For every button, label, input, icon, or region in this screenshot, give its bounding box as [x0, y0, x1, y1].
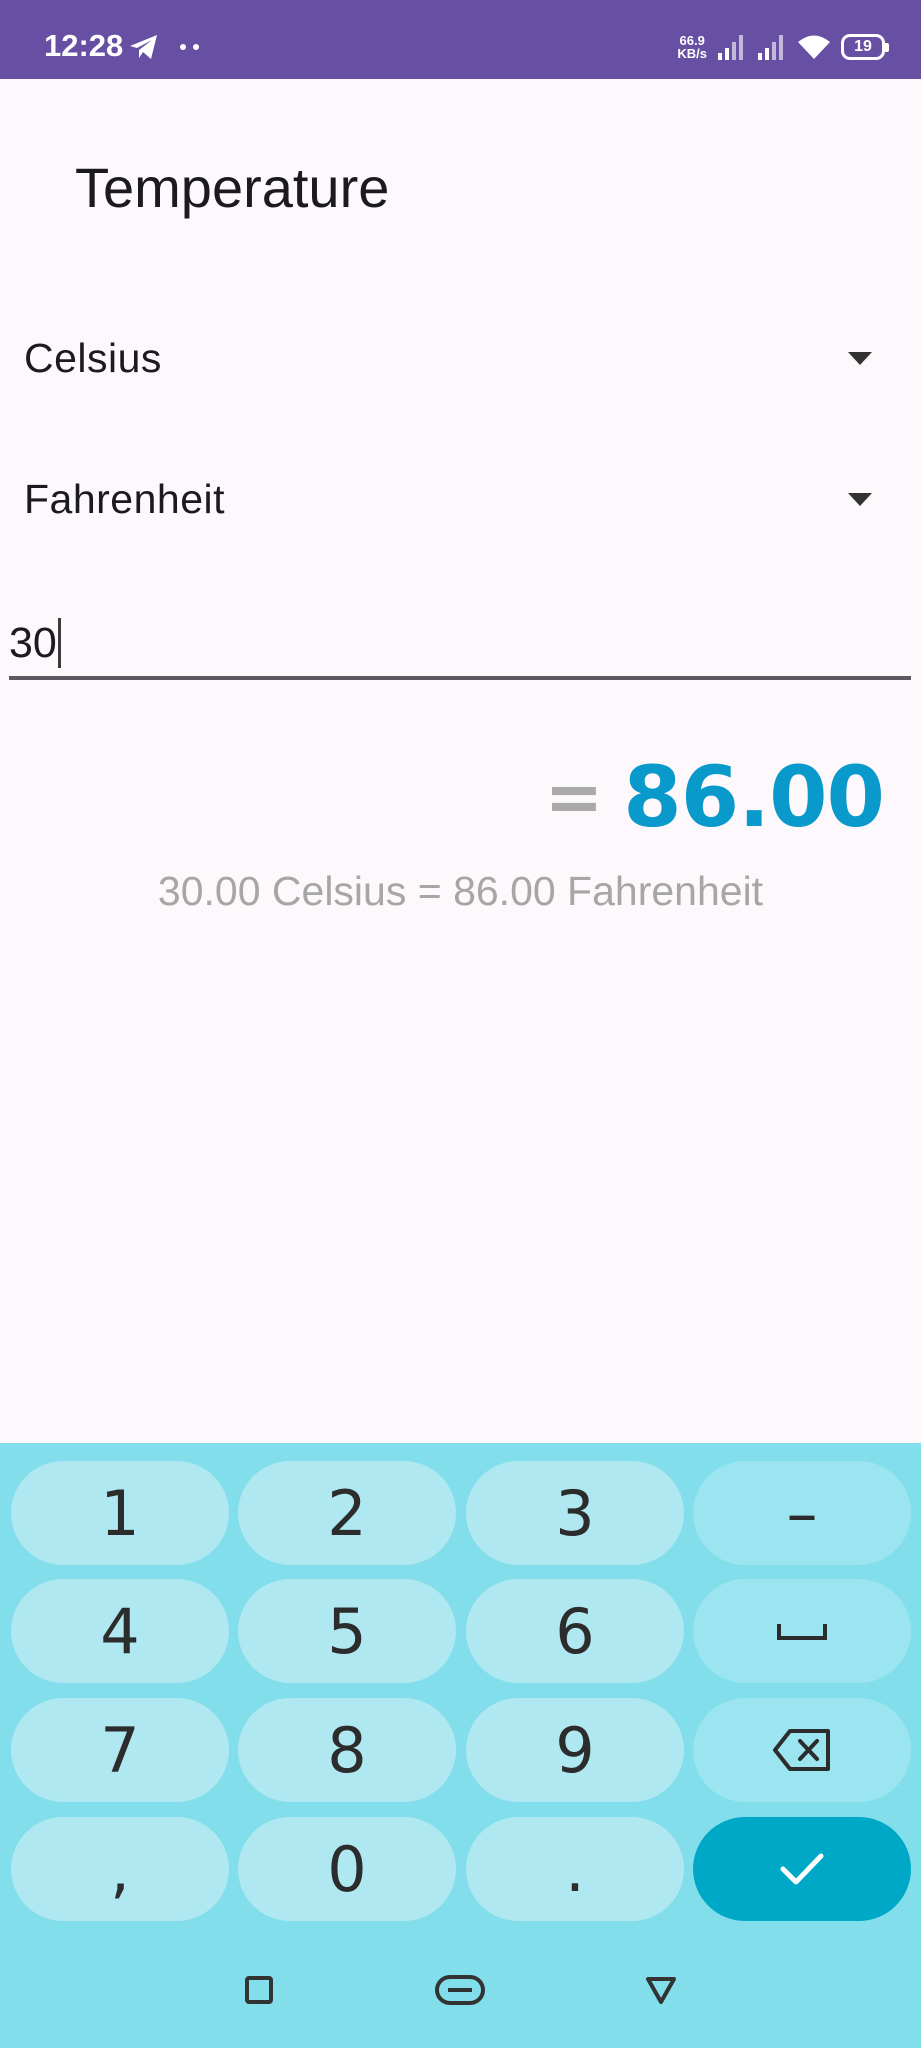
key-space[interactable]	[693, 1579, 911, 1683]
key-period[interactable]: .	[466, 1817, 684, 1921]
back-triangle-icon	[646, 1977, 676, 2004]
value-input[interactable]: 30	[9, 610, 911, 680]
key-4[interactable]: 4	[11, 1579, 229, 1683]
system-nav-bar	[0, 1935, 921, 2045]
status-left-icons	[128, 32, 206, 62]
input-value: 30	[9, 619, 57, 667]
text-caret	[57, 618, 61, 668]
key-comma[interactable]: ,	[11, 1817, 229, 1921]
key-6[interactable]: 6	[466, 1579, 684, 1683]
result-equals-sign: =	[544, 756, 604, 838]
value-input-text: 30	[9, 618, 61, 668]
space-icon	[777, 1624, 827, 1640]
key-done[interactable]	[693, 1817, 911, 1921]
more-notifications-icon	[180, 44, 199, 50]
back-button[interactable]	[601, 1935, 721, 2045]
key-7[interactable]: 7	[11, 1698, 229, 1802]
status-bar: 12:28 66.9 KB/s 19	[0, 0, 921, 79]
key-8[interactable]: 8	[238, 1698, 456, 1802]
home-pill-icon	[435, 1975, 485, 2005]
backspace-icon	[773, 1729, 830, 1771]
key-minus[interactable]: –	[693, 1461, 911, 1565]
recents-button[interactable]	[199, 1935, 319, 2045]
result-value: 86.00	[623, 748, 885, 846]
dropdown-arrow-icon	[848, 492, 872, 506]
battery-icon: 19	[841, 34, 889, 60]
to-unit-label: Fahrenheit	[24, 475, 226, 522]
key-2[interactable]: 2	[238, 1461, 456, 1565]
from-unit-label: Celsius	[24, 334, 162, 381]
status-right-icons: 66.9 KB/s 19	[677, 30, 889, 64]
square-icon	[245, 1976, 273, 2004]
checkmark-icon	[780, 1853, 824, 1885]
network-speed: 66.9 KB/s	[677, 34, 707, 60]
signal-icon	[758, 35, 783, 60]
dropdown-arrow-icon	[848, 351, 872, 365]
key-0[interactable]: 0	[238, 1817, 456, 1921]
result-line: = 86.00	[544, 748, 885, 846]
battery-level: 19	[854, 38, 872, 55]
from-unit-dropdown[interactable]: Celsius	[24, 318, 882, 398]
telegram-icon	[130, 35, 157, 59]
result-detail: 30.00 Celsius = 86.00 Fahrenheit	[157, 868, 764, 914]
status-time: 12:28	[44, 28, 124, 63]
key-backspace[interactable]	[693, 1698, 911, 1802]
key-3[interactable]: 3	[466, 1461, 684, 1565]
page-title: Temperature	[75, 156, 390, 219]
to-unit-dropdown[interactable]: Fahrenheit	[24, 459, 882, 539]
wifi-icon	[798, 35, 830, 59]
key-9[interactable]: 9	[466, 1698, 684, 1802]
key-1[interactable]: 1	[11, 1461, 229, 1565]
home-button[interactable]	[400, 1935, 520, 2045]
network-speed-unit: KB/s	[677, 46, 707, 61]
key-5[interactable]: 5	[238, 1579, 456, 1683]
signal-icon	[718, 35, 743, 60]
